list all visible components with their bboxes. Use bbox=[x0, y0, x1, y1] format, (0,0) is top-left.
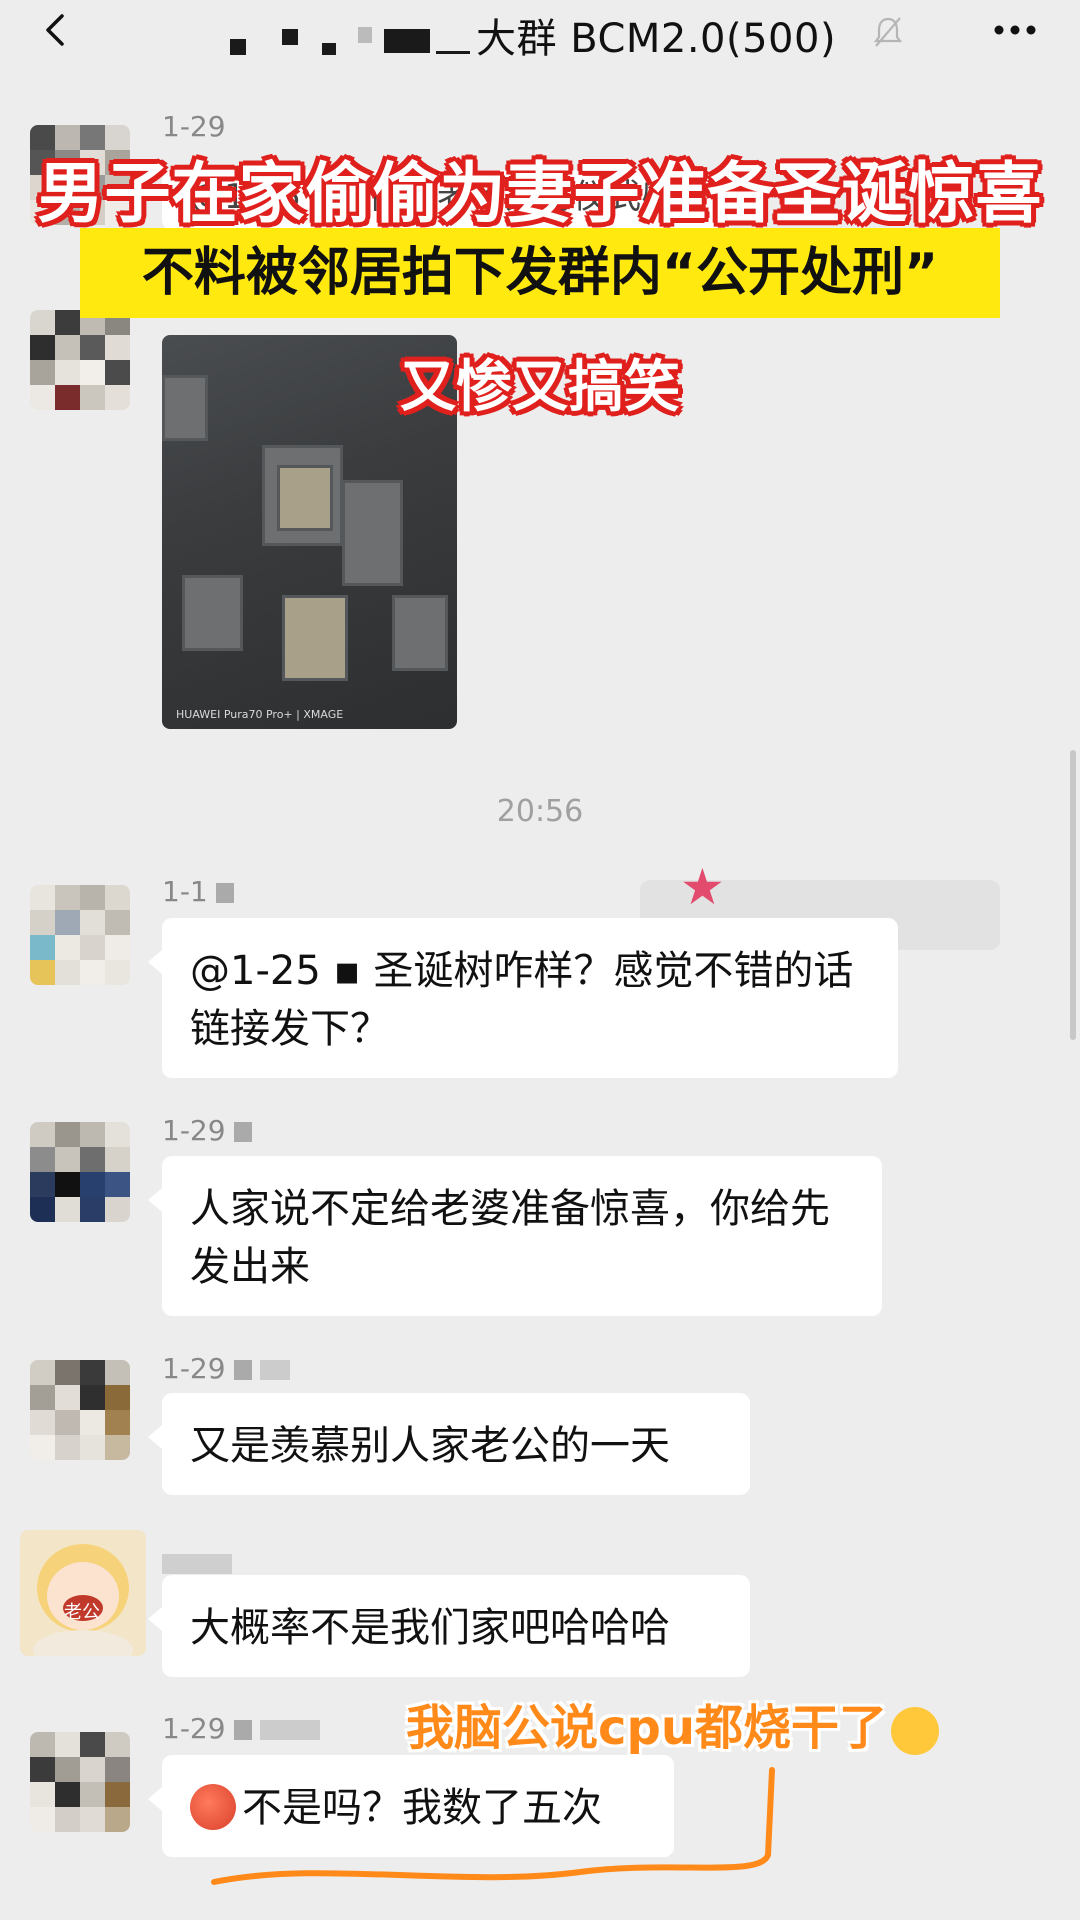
sender-name: 1-1 bbox=[162, 875, 234, 908]
sender-name: 1-29 bbox=[162, 110, 226, 143]
photo-window bbox=[342, 480, 403, 586]
mute-bell-icon bbox=[870, 14, 906, 50]
avatar[interactable] bbox=[30, 1360, 130, 1460]
rofl-emoji-icon bbox=[891, 1707, 939, 1755]
blurred-name-block bbox=[233, 1122, 252, 1142]
message-text: @1-25 ▪ 圣诞树咋样？感觉不错的话链接发下？ bbox=[190, 948, 854, 1052]
blurred-name-block bbox=[162, 1554, 232, 1574]
chat-title-text: 大群 BCM2.0(500) bbox=[476, 16, 837, 62]
photo-window bbox=[182, 575, 243, 651]
photo-watermark: HUAWEI Pura70 Pro+ | XMAGE bbox=[176, 708, 344, 721]
back-arrow-icon[interactable] bbox=[36, 10, 76, 50]
photo-lit-window bbox=[277, 465, 333, 531]
annotation-text: 我脑公说cpu都烧干了 bbox=[406, 1700, 887, 1756]
blurred-name-block bbox=[259, 1720, 320, 1740]
avatar[interactable] bbox=[30, 885, 130, 985]
message-text: 人家说不定给老婆准备惊喜，你给先发出来 bbox=[190, 1186, 830, 1290]
message-bubble[interactable]: 又是羡慕别人家老公的一天 bbox=[148, 1393, 750, 1495]
scrollbar[interactable] bbox=[1070, 750, 1076, 1040]
more-options-icon[interactable] bbox=[990, 12, 1040, 48]
message-text: 又是羡慕别人家老公的一天 bbox=[190, 1423, 670, 1469]
sender-name: 1-29 bbox=[162, 1352, 290, 1385]
annotation-note: 我脑公说cpu都烧干了 bbox=[406, 1688, 939, 1758]
message-bubble[interactable]: 大概率不是我们家吧哈哈哈 bbox=[148, 1575, 750, 1677]
sender-name: 1-29 bbox=[162, 1114, 252, 1147]
sender-name-text: 1-29 bbox=[162, 1712, 226, 1745]
caption-tagline: 又惨又搞笑 bbox=[400, 355, 680, 420]
sender-name-text: 1-29 bbox=[162, 1352, 226, 1385]
sender-name-text: 1-29 bbox=[162, 1114, 226, 1147]
chat-timestamp: 20:56 bbox=[496, 794, 584, 829]
photo-lit-window bbox=[282, 595, 348, 681]
star-icon: ★ bbox=[680, 858, 725, 916]
caption-subheadline: 不料被邻居拍下发群内“公开处刑” bbox=[80, 228, 1000, 318]
blurred-name-block bbox=[259, 1360, 290, 1380]
avatar[interactable] bbox=[30, 1732, 130, 1832]
avatar-label: 老公 bbox=[64, 1602, 100, 1623]
photo-window bbox=[392, 595, 448, 671]
message-bubble[interactable]: @1-25 ▪ 圣诞树咋样？感觉不错的话链接发下？ bbox=[148, 918, 898, 1078]
blurred-name-block bbox=[233, 1720, 252, 1740]
message-text: 大概率不是我们家吧哈哈哈 bbox=[190, 1605, 670, 1651]
sender-name: 1-29 bbox=[162, 1712, 320, 1745]
hand-drawn-underline bbox=[211, 1767, 775, 1885]
sender-name-text: 1-1 bbox=[162, 875, 208, 908]
chat-header: 大群 BCM2.0(500) bbox=[0, 0, 1080, 64]
blurred-name-block bbox=[215, 883, 234, 903]
title-blurred-name bbox=[230, 21, 470, 61]
chat-title: 大群 BCM2.0(500) bbox=[230, 6, 836, 64]
message-bubble[interactable]: 人家说不定给老婆准备惊喜，你给先发出来 bbox=[148, 1156, 882, 1316]
avatar-cartoon[interactable]: 老公 bbox=[20, 1530, 146, 1656]
blurred-name-block bbox=[233, 1360, 252, 1380]
caption-headline: 男子在家偷偷为妻子准备圣诞惊喜 bbox=[37, 155, 1043, 232]
avatar[interactable] bbox=[30, 1122, 130, 1222]
